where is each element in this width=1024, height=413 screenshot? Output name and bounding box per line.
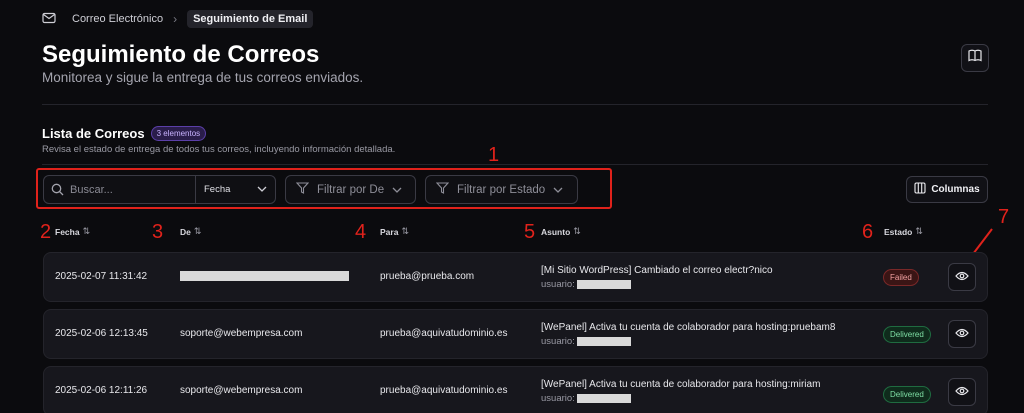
redacted-block bbox=[577, 393, 632, 403]
row-from bbox=[180, 271, 349, 282]
filter-icon bbox=[435, 182, 450, 197]
page-title: Seguimiento de Correos bbox=[42, 41, 320, 68]
count-badge: 3 elementos bbox=[150, 126, 207, 141]
row-user: usuario: bbox=[541, 393, 632, 404]
row-subject: [WePanel] Activa tu cuenta de colaborado… bbox=[541, 322, 836, 333]
row-user: usuario: bbox=[541, 336, 632, 347]
annotation-number: 7 bbox=[998, 206, 1010, 228]
row-date: 2025-02-06 12:11:26 bbox=[55, 385, 148, 396]
row-to: prueba@aquivatudominio.es bbox=[380, 328, 508, 339]
annotation-number: 6 bbox=[862, 221, 874, 243]
annotation-number: 5 bbox=[524, 221, 536, 243]
filter-from-label: Filtrar por De bbox=[317, 183, 385, 196]
redacted-block bbox=[577, 279, 632, 289]
column-header-label: Asunto bbox=[541, 226, 571, 237]
breadcrumb: Correo Electrónico › Seguimiento de Emai… bbox=[42, 8, 314, 30]
row-date: 2025-02-07 11:31:42 bbox=[55, 271, 148, 282]
row-user-label: usuario: bbox=[541, 279, 575, 290]
status-badge: Delivered bbox=[883, 326, 931, 343]
row-from: soporte@webempresa.com bbox=[180, 328, 303, 339]
row-user-label: usuario: bbox=[541, 393, 575, 404]
status-badge: Failed bbox=[883, 269, 919, 286]
row-subject: [WePanel] Activa tu cuenta de colaborado… bbox=[541, 379, 821, 390]
column-header-estado[interactable]: Estado ⇅ bbox=[884, 226, 923, 237]
header-divider bbox=[42, 104, 988, 105]
search-icon bbox=[44, 183, 70, 196]
view-button[interactable] bbox=[948, 320, 976, 348]
search-input[interactable] bbox=[70, 183, 195, 196]
table-row[interactable]: 2025-02-06 12:13:45 soporte@webempresa.c… bbox=[43, 309, 988, 359]
chevron-down-icon bbox=[257, 184, 267, 195]
book-icon bbox=[968, 49, 982, 67]
table-row[interactable]: 2025-02-06 12:11:26 soporte@webempresa.c… bbox=[43, 366, 988, 413]
sort-icon: ⇅ bbox=[915, 226, 923, 236]
column-header-de[interactable]: De ⇅ bbox=[180, 226, 201, 237]
columns-button[interactable]: Columnas bbox=[906, 176, 988, 203]
eye-icon bbox=[955, 383, 969, 401]
redacted-block bbox=[180, 271, 349, 282]
view-button[interactable] bbox=[948, 263, 976, 291]
columns-icon bbox=[914, 182, 926, 197]
date-select[interactable]: Fecha bbox=[195, 176, 275, 203]
breadcrumb-root[interactable]: Correo Electrónico bbox=[72, 13, 163, 25]
documentation-button[interactable] bbox=[961, 44, 989, 72]
filter-icon bbox=[295, 182, 310, 197]
sort-icon: ⇅ bbox=[193, 226, 202, 236]
list-description: Revisa el estado de entrega de todos tus… bbox=[42, 144, 396, 155]
filter-status-label: Filtrar por Estado bbox=[457, 183, 546, 196]
row-from: soporte@webempresa.com bbox=[180, 385, 303, 396]
mail-icon bbox=[42, 12, 56, 27]
eye-icon bbox=[955, 268, 969, 286]
table-row[interactable]: 2025-02-07 11:31:42 prueba@prueba.com [M… bbox=[43, 252, 988, 302]
date-select-label: Fecha bbox=[204, 184, 231, 195]
eye-icon bbox=[955, 325, 969, 343]
sort-icon: ⇅ bbox=[82, 226, 91, 236]
row-user: usuario: bbox=[541, 279, 632, 290]
filter-from-button[interactable]: Filtrar por De bbox=[285, 175, 416, 204]
status-badge: Delivered bbox=[883, 386, 931, 403]
row-subject: [Mi Sitio WordPress] Cambiado el correo … bbox=[541, 265, 773, 276]
redacted-block bbox=[577, 336, 632, 346]
column-header-fecha[interactable]: Fecha ⇅ bbox=[55, 226, 90, 237]
row-date: 2025-02-06 12:13:45 bbox=[55, 328, 148, 339]
column-header-label: Estado bbox=[884, 226, 913, 237]
column-header-asunto[interactable]: Asunto ⇅ bbox=[541, 226, 581, 237]
chevron-down-icon bbox=[392, 184, 402, 196]
annotation-number: 1 bbox=[488, 144, 500, 166]
column-header-label: De bbox=[180, 226, 191, 237]
row-to: prueba@aquivatudominio.es bbox=[380, 385, 508, 396]
search-group: Fecha bbox=[43, 175, 276, 204]
row-user-label: usuario: bbox=[541, 336, 575, 347]
chevron-down-icon bbox=[553, 184, 563, 196]
annotation-number: 4 bbox=[355, 221, 367, 243]
list-divider bbox=[42, 164, 988, 165]
row-to: prueba@prueba.com bbox=[380, 271, 475, 282]
page-subtitle: Monitorea y sigue la entrega de tus corr… bbox=[42, 70, 364, 85]
column-header-para[interactable]: Para ⇅ bbox=[380, 226, 409, 237]
list-title-text: Lista de Correos bbox=[42, 126, 145, 141]
list-title: Lista de Correos 3 elementos bbox=[42, 126, 207, 141]
column-header-label: Para bbox=[380, 226, 399, 237]
filter-status-button[interactable]: Filtrar por Estado bbox=[425, 175, 578, 204]
view-button[interactable] bbox=[948, 378, 976, 406]
sort-icon: ⇅ bbox=[573, 226, 581, 236]
annotation-number: 2 bbox=[40, 221, 52, 243]
breadcrumb-current: Seguimiento de Email bbox=[187, 10, 314, 28]
columns-label: Columnas bbox=[931, 184, 980, 195]
annotation-number: 3 bbox=[152, 221, 164, 243]
column-header-label: Fecha bbox=[55, 226, 80, 237]
chevron-right-icon: › bbox=[173, 12, 178, 26]
sort-icon: ⇅ bbox=[401, 226, 409, 236]
